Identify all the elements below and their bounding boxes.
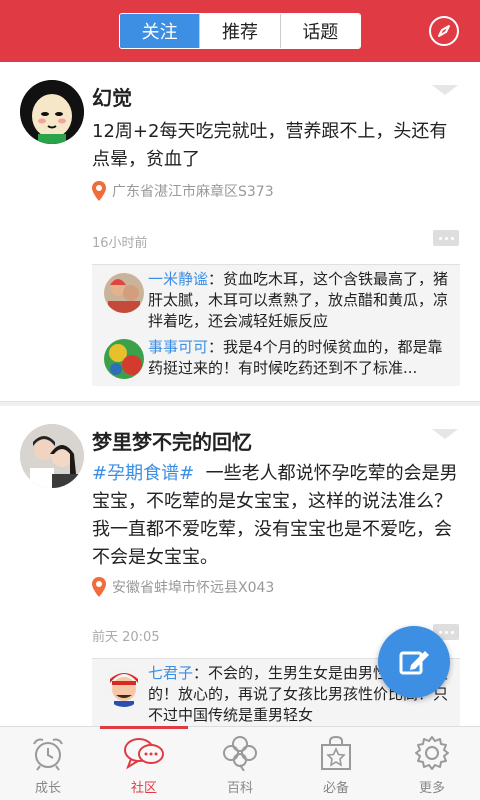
gear-icon bbox=[415, 736, 449, 770]
nav-label: 社区 bbox=[130, 781, 157, 796]
nav-item-essentials[interactable]: 必备 bbox=[288, 727, 384, 800]
nav-label: 百科 bbox=[226, 781, 253, 796]
avatar[interactable] bbox=[104, 667, 144, 707]
shopping-bag-star-icon bbox=[321, 735, 351, 770]
nav-item-encyclopedia[interactable]: 百科 bbox=[192, 727, 288, 800]
comment-item[interactable]: 事事可可：我是4个月的时候贫血的，都是靠药挺过来的！有时候吃药还到不了标准... bbox=[104, 335, 456, 381]
comments-box: 一米静谧：贫血吃木耳，这个含铁最高了，猪肝太腻，木耳可以煮熟了，放点醋和黄瓜，凉… bbox=[92, 264, 460, 386]
nav-item-community[interactable]: 社区 bbox=[96, 726, 192, 800]
post-content[interactable]: #孕期食谱# 一些老人都说怀孕吃荤的会是男宝宝，不吃荤的是女宝宝，这样的说法准么… bbox=[92, 460, 462, 572]
nav-item-more[interactable]: 更多 bbox=[384, 727, 480, 800]
location-pin-icon bbox=[92, 577, 106, 597]
comment-text: 事事可可：我是4个月的时候贫血的，都是靠药挺过来的！有时候吃药还到不了标准... bbox=[148, 337, 454, 379]
comment-author[interactable]: 七君子 bbox=[148, 664, 193, 682]
compass-icon[interactable] bbox=[429, 16, 459, 46]
comment-author[interactable]: 一米静谧 bbox=[148, 270, 208, 288]
post-hashtag[interactable]: #孕期食谱# bbox=[92, 463, 194, 484]
comment-text: 一米静谧：贫血吃木耳，这个含铁最高了，猪肝太腻，木耳可以煮熟了，放点醋和黄瓜，凉… bbox=[148, 269, 454, 332]
avatar[interactable] bbox=[104, 339, 144, 379]
chevron-down-icon[interactable] bbox=[430, 82, 460, 96]
chevron-down-icon[interactable] bbox=[430, 426, 460, 440]
compose-post-button[interactable] bbox=[378, 626, 450, 698]
tab-topics[interactable]: 话题 bbox=[279, 14, 360, 48]
location-pin-icon bbox=[92, 181, 106, 201]
avatar[interactable] bbox=[20, 424, 84, 488]
comment-author[interactable]: 事事可可 bbox=[148, 338, 208, 356]
nav-label: 更多 bbox=[418, 781, 445, 796]
chat-bubbles-icon bbox=[124, 738, 164, 770]
post-time: 前天 20:05 bbox=[92, 630, 160, 645]
top-bar: 关注 推荐 话题 bbox=[0, 0, 480, 62]
bottom-nav: 成长 社区 百科 必备 更多 bbox=[0, 726, 480, 800]
clover-icon bbox=[223, 736, 257, 771]
post-author[interactable]: 梦里梦不完的回忆 bbox=[92, 426, 252, 455]
post-content[interactable]: 12周+2每天吃完就吐，营养跟不上，头还有点晕，贫血了 bbox=[92, 118, 462, 174]
nav-item-growth[interactable]: 成长 bbox=[0, 727, 96, 800]
post-time: 16小时前 bbox=[92, 236, 148, 251]
alarm-clock-icon bbox=[33, 738, 63, 771]
location-text: 广东省湛江市麻章区S373 bbox=[112, 184, 274, 200]
post-author[interactable]: 幻觉 bbox=[92, 82, 132, 111]
avatar[interactable] bbox=[20, 80, 84, 144]
feed-tab-switcher: 关注 推荐 话题 bbox=[119, 13, 361, 49]
edit-icon bbox=[399, 651, 429, 675]
avatar[interactable] bbox=[104, 273, 144, 313]
location-text: 安徽省蚌埠市怀远县X043 bbox=[112, 580, 275, 596]
comment-item[interactable]: 一米静谧：贫血吃木耳，这个含铁最高了，猪肝太腻，木耳可以煮熟了，放点醋和黄瓜，凉… bbox=[104, 269, 456, 332]
tab-following[interactable]: 关注 bbox=[120, 14, 200, 48]
tab-recommended[interactable]: 推荐 bbox=[199, 14, 280, 48]
nav-label: 必备 bbox=[322, 781, 349, 796]
more-options-button[interactable] bbox=[433, 230, 459, 246]
post-location: 广东省湛江市麻章区S373 bbox=[92, 180, 274, 202]
nav-label: 成长 bbox=[34, 781, 61, 796]
post-location: 安徽省蚌埠市怀远县X043 bbox=[92, 576, 274, 598]
post-card[interactable]: 幻觉 12周+2每天吃完就吐，营养跟不上，头还有点晕，贫血了 广东省湛江市麻章区… bbox=[0, 62, 480, 402]
